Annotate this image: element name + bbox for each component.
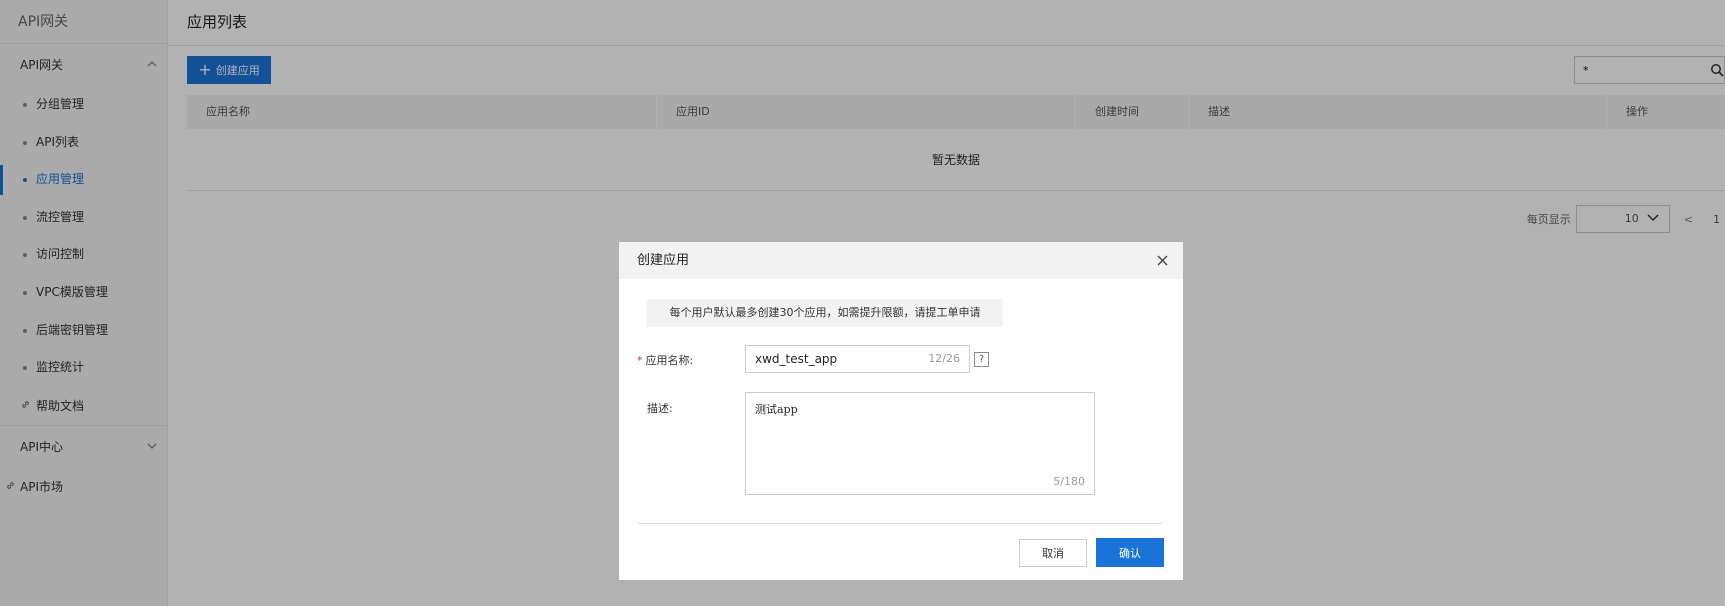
app-name-label-text: 应用名称: bbox=[645, 354, 694, 367]
description-field[interactable]: 测试app 5/180 bbox=[745, 392, 1095, 495]
app-name-field[interactable]: xwd_test_app 12/26 bbox=[745, 345, 970, 373]
app-name-label: * 应用名称: bbox=[637, 352, 693, 368]
required-marker: * bbox=[637, 354, 643, 367]
dialog-divider bbox=[637, 523, 1163, 524]
description-char-count: 5/180 bbox=[1053, 475, 1085, 488]
app-name-value: xwd_test_app bbox=[755, 352, 838, 366]
description-label: 描述: bbox=[647, 402, 673, 415]
description-value: 测试app bbox=[755, 403, 798, 416]
dialog-header: 创建应用 bbox=[619, 242, 1183, 279]
dialog-title: 创建应用 bbox=[637, 253, 690, 268]
close-icon[interactable] bbox=[1151, 242, 1173, 279]
app-name-char-count: 12/26 bbox=[928, 352, 960, 365]
limit-notice: 每个用户默认最多创建30个应用，如需提升限额，请提工单申请 bbox=[647, 299, 1003, 327]
cancel-button[interactable]: 取消 bbox=[1019, 539, 1087, 567]
help-icon[interactable]: ? bbox=[974, 352, 989, 367]
confirm-button[interactable]: 确认 bbox=[1096, 538, 1164, 567]
create-app-dialog: 创建应用 每个用户默认最多创建30个应用，如需提升限额，请提工单申请 * 应用名称… bbox=[619, 242, 1183, 580]
